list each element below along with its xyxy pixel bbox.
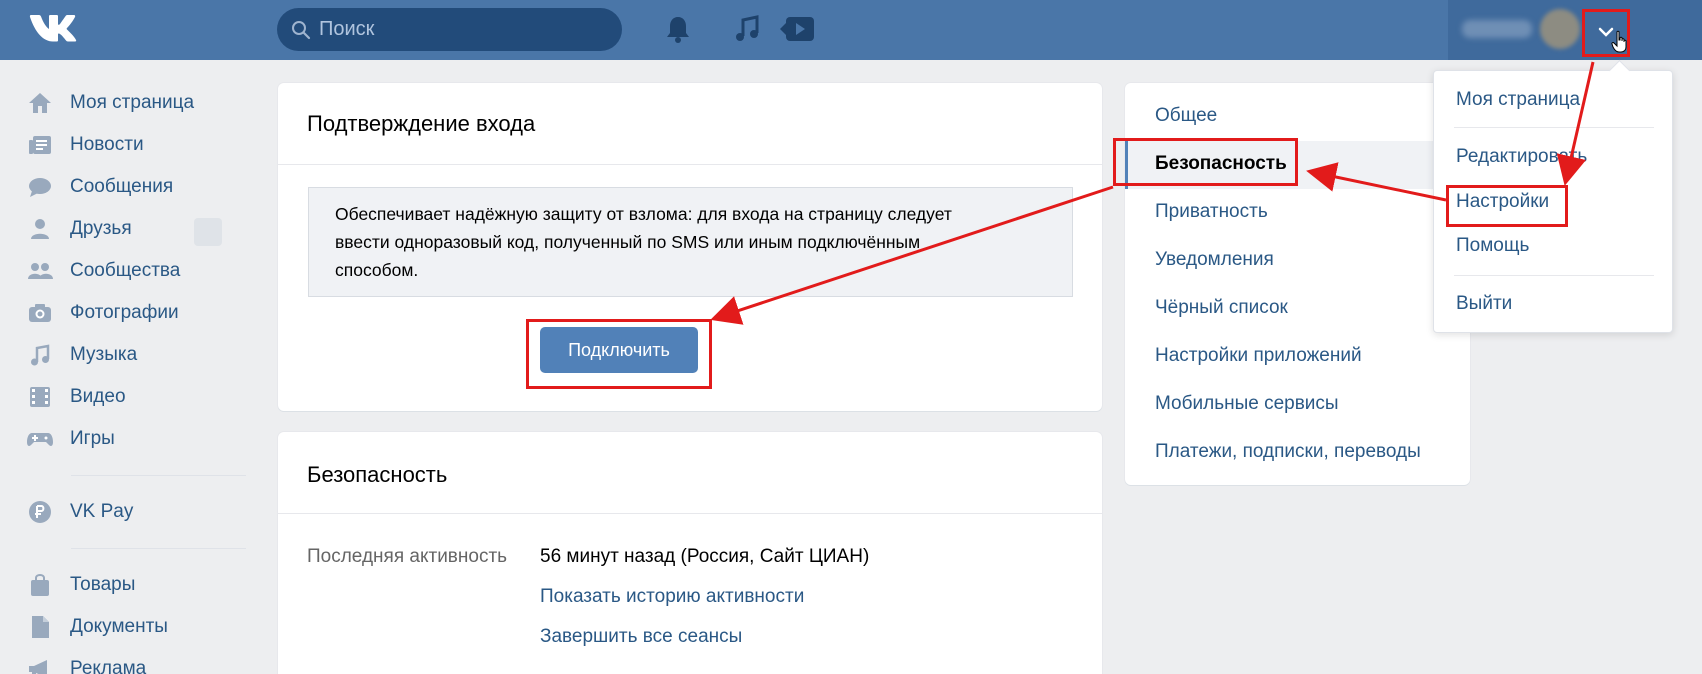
search-input[interactable] [319,8,609,51]
nav-divider [71,548,246,549]
search-box[interactable] [277,8,622,51]
music-icon [26,341,54,369]
profile-menu-toggle[interactable] [1582,9,1630,57]
nav-item-my-page[interactable]: Моя страница [26,82,256,124]
search-icon [291,20,311,40]
nav-item-news[interactable]: Новости [26,124,256,166]
highlight-frame [1113,138,1298,186]
settings-menu: Общее Безопасность Приватность Уведомлен… [1113,83,1470,485]
dropdown-divider [1454,275,1654,276]
bell-icon[interactable] [664,14,692,49]
video-play-icon[interactable] [778,14,816,49]
login-confirmation-card: Подтверждение входа Обеспечивает надёжну… [278,83,1102,411]
end-all-sessions-link[interactable]: Завершить все сеансы [540,626,742,648]
nav-item-label: Сообщества [70,260,181,281]
photos-extra-badge [194,218,222,246]
friends-icon [26,215,54,243]
vk-logo-icon[interactable] [28,12,78,44]
nav-item-games[interactable]: Игры [26,418,256,460]
nav-item-label: Документы [70,616,168,637]
nav-item-label: Моя страница [70,92,195,113]
nav-item-label: Друзья [70,218,132,239]
card-title: Подтверждение входа [307,111,536,136]
username-blurred [1462,20,1532,38]
settings-item-blacklist[interactable]: Чёрный список [1155,297,1288,319]
settings-item-app-settings[interactable]: Настройки приложений [1155,345,1362,367]
nav-item-video[interactable]: Видео [26,376,256,418]
nav-item-music[interactable]: Музыка [26,334,256,376]
settings-item-general[interactable]: Общее [1155,105,1217,127]
settings-item-privacy[interactable]: Приватность [1155,201,1268,223]
card-divider [278,164,1102,165]
megaphone-icon [26,655,54,674]
dropdown-divider [1454,127,1654,128]
connect-button[interactable]: Подключить [540,327,698,373]
vkpay-icon [26,498,54,526]
card-title: Безопасность [307,462,448,487]
messages-icon [26,173,54,201]
nav-item-communities[interactable]: Сообщества [26,250,256,292]
dropdown-item-my-page[interactable]: Моя страница [1456,89,1580,111]
top-header [0,0,1702,60]
gamepad-icon [26,425,54,453]
security-card: Безопасность Последняя активность 56 мин… [278,432,1102,674]
music-icon[interactable] [733,14,761,49]
dropdown-item-help[interactable]: Помощь [1456,235,1529,257]
dropdown-item-edit[interactable]: Редактировать [1456,146,1587,168]
nav-item-label: Игры [70,428,115,449]
dropdown-item-logout[interactable]: Выйти [1456,293,1512,315]
profile-area[interactable] [1448,0,1702,60]
nav-item-label: Фотографии [70,302,179,323]
info-line: способом. [335,260,419,280]
info-line: ввести одноразовый код, полученный по SM… [335,232,921,252]
nav-item-label: Музыка [70,344,138,365]
card-divider [278,513,1102,514]
home-icon [26,89,54,117]
show-activity-history-link[interactable]: Показать историю активности [540,586,804,608]
nav-item-label: Новости [70,134,144,155]
nav-item-label: Реклама [70,658,147,674]
avatar[interactable] [1540,9,1580,49]
nav-item-messages[interactable]: Сообщения [26,166,256,208]
nav-item-label: Товары [70,574,136,595]
bag-icon [26,571,54,599]
info-box: Обеспечивает надёжную защиту от взлома: … [308,187,1073,297]
camera-icon [26,299,54,327]
nav-item-label: VK Pay [70,501,134,522]
info-line: Обеспечивает надёжную защиту от взлома: … [335,204,952,224]
video-icon [26,383,54,411]
nav-item-goods[interactable]: Товары [26,564,256,606]
left-navigation: Моя страница Новости Сообщения Друзья Со… [26,82,256,674]
last-activity-value: 56 минут назад (Россия, Сайт ЦИАН) [540,546,870,567]
settings-item-notifications[interactable]: Уведомления [1155,249,1274,271]
nav-item-photos[interactable]: Фотографии [26,292,256,334]
nav-item-ads[interactable]: Реклама [26,648,256,674]
settings-item-payments[interactable]: Платежи, подписки, переводы [1155,441,1421,463]
news-icon [26,131,54,159]
hand-cursor-icon [1611,30,1629,59]
communities-icon [26,257,54,285]
nav-item-label: Сообщения [70,176,174,197]
nav-item-documents[interactable]: Документы [26,606,256,648]
nav-divider [71,475,246,476]
highlight-frame [1446,185,1568,227]
document-icon [26,613,54,641]
nav-item-vk-pay[interactable]: VK Pay [26,491,256,533]
last-activity-label: Последняя активность [307,546,508,567]
nav-item-label: Видео [70,386,126,407]
settings-item-mobile-services[interactable]: Мобильные сервисы [1155,393,1339,415]
profile-dropdown: Моя страница Редактировать Настройки Пом… [1433,70,1673,333]
